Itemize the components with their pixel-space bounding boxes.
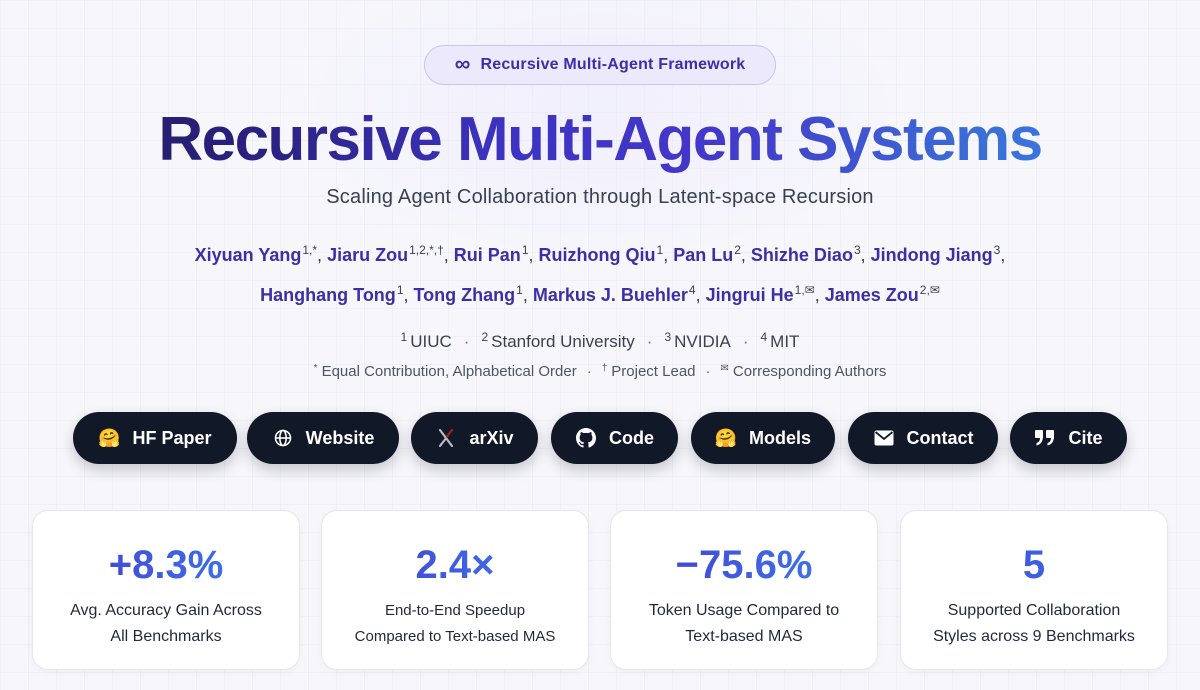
stat-label: Supported Collaboration Styles across 9 … [933, 602, 1135, 645]
affiliation: 2 Stanford University [481, 330, 635, 351]
affiliations: 1 UIUC · 2 Stanford University · 3 NVIDIA · 4 MIT [400, 330, 800, 351]
author-link[interactable]: Tong Zhang1 [414, 283, 523, 305]
stat-value: 2.4× [322, 541, 588, 589]
title-part-3: Systems [797, 105, 1042, 174]
affiliation: 3 NVIDIA [664, 330, 731, 351]
github-icon [575, 427, 597, 449]
author-link[interactable]: Jiaru Zou1,2,*,† [327, 243, 444, 265]
author-link[interactable]: Xiyuan Yang1,* [195, 243, 317, 265]
page-subtitle: Scaling Agent Collaboration through Late… [326, 186, 874, 208]
globe-icon [272, 427, 294, 449]
stat-value: 5 [901, 541, 1167, 589]
authors-row-2: Hanghang Tong1, Tong Zhang1, Markus J. B… [260, 283, 940, 305]
note: * Equal Contribution, Alphabetical Order [313, 363, 577, 380]
hugging-face-icon: 🤗 [98, 428, 121, 448]
website-button[interactable]: Website [247, 412, 399, 464]
landing-page: ∞ Recursive Multi-Agent Framework Recurs… [0, 0, 1200, 690]
author-link[interactable]: Markus J. Buehler4 [533, 283, 696, 305]
authors-row-1: Xiyuan Yang1,*, Jiaru Zou1,2,*,†, Rui Pa… [194, 243, 1006, 265]
stat-label: Avg. Accuracy Gain Across All Benchmarks [70, 602, 262, 645]
author-link[interactable]: Jindong Jiang3 [871, 243, 1001, 265]
infinity-icon: ∞ [454, 51, 471, 76]
note: ✉ Corresponding Authors [720, 363, 887, 380]
title-part-2: Multi-Agent [456, 105, 782, 174]
hf-paper-button[interactable]: 🤗 HF Paper [73, 412, 237, 464]
link-buttons: 🤗 HF Paper Website arXiv Code 🤗 Models C… [0, 412, 1200, 464]
author-link[interactable]: Hanghang Tong1 [260, 283, 403, 305]
stat-card-speedup: 2.4× End-to-End Speedup Compared to Text… [321, 510, 589, 670]
stat-card-token-usage: −75.6% Token Usage Compared to Text-base… [610, 510, 878, 670]
author-notes: * Equal Contribution, Alphabetical Order ·… [313, 363, 887, 380]
author-link[interactable]: Jingrui He1,✉ [706, 283, 815, 305]
stat-card-accuracy: +8.3% Avg. Accuracy Gain Across All Benc… [32, 510, 300, 670]
cite-button[interactable]: Cite [1010, 412, 1127, 464]
stat-label: Token Usage Compared to Text-based MAS [648, 602, 840, 645]
arxiv-button[interactable]: arXiv [411, 412, 538, 464]
models-button[interactable]: 🤗 Models [691, 412, 835, 464]
framework-badge: ∞ Recursive Multi-Agent Framework [424, 45, 776, 85]
arxiv-icon [435, 427, 457, 449]
stat-value: +8.3% [33, 541, 299, 589]
author-link[interactable]: Shizhe Diao3 [751, 243, 861, 265]
code-button[interactable]: Code [551, 412, 678, 464]
author-link[interactable]: Rui Pan1 [454, 243, 529, 265]
author-link[interactable]: Ruizhong Qiu1 [539, 243, 664, 265]
affiliation: 1 UIUC [400, 330, 452, 351]
author-link[interactable]: James Zou2,✉ [825, 283, 940, 305]
hugging-face-icon: 🤗 [714, 428, 738, 448]
stat-label: End-to-End Speedup Compared to Text-base… [354, 602, 556, 645]
envelope-icon [873, 427, 895, 449]
author-link[interactable]: Pan Lu2 [673, 243, 741, 265]
contact-button[interactable]: Contact [848, 412, 998, 464]
title-part-1: Recursive [158, 105, 442, 174]
affiliation: 4 MIT [760, 330, 800, 351]
note: † Project Lead [601, 363, 696, 380]
quote-icon [1034, 427, 1056, 449]
stat-card-collaboration-styles: 5 Supported Collaboration Styles across … [900, 510, 1168, 670]
badge-label: Recursive Multi-Agent Framework [480, 56, 746, 73]
page-title: Recursive Multi-Agent Systems [0, 102, 1200, 178]
stat-value: −75.6% [611, 541, 877, 589]
